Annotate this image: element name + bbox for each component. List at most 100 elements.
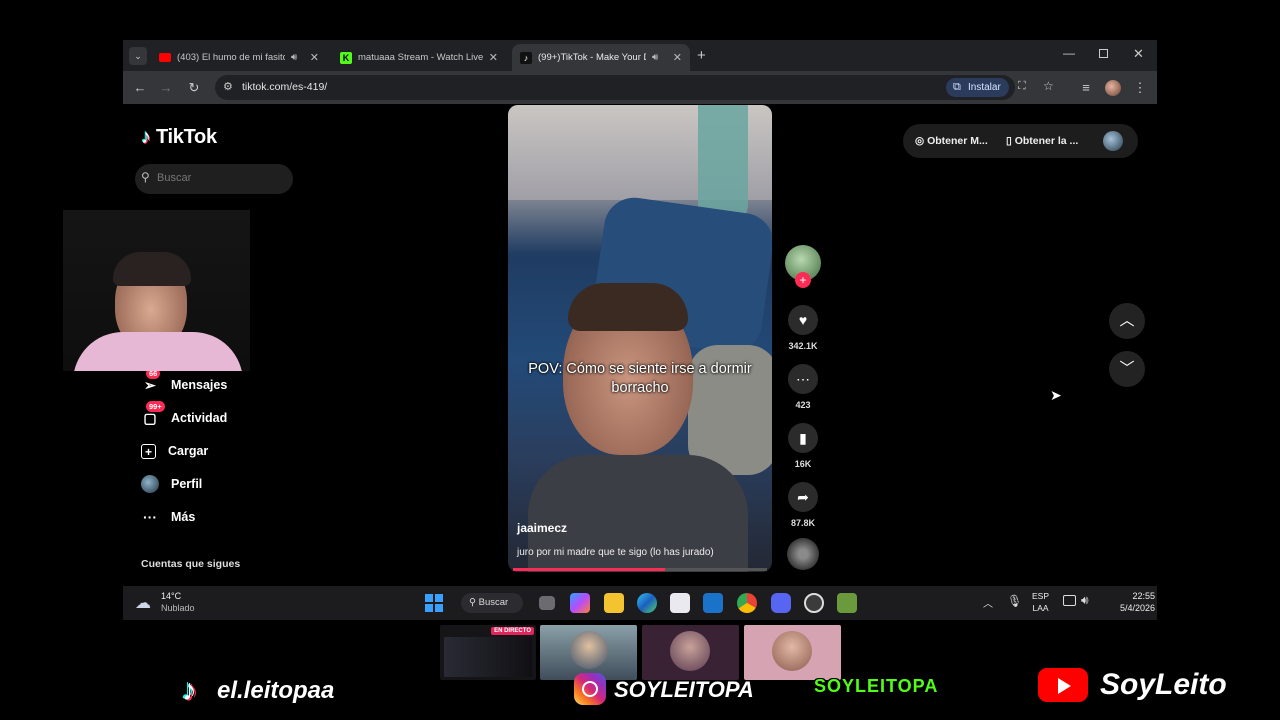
task-view-icon[interactable] xyxy=(539,596,555,610)
video-caption: POV: Cómo se siente irse a dormir borrac… xyxy=(528,361,752,396)
obs-icon[interactable] xyxy=(804,593,824,613)
comment-icon[interactable]: ⋯ xyxy=(788,364,818,394)
site-settings-icon[interactable]: ⚙ xyxy=(223,80,233,93)
weather-desc: Nublado xyxy=(161,603,195,613)
like-count: 342.1K xyxy=(788,341,818,351)
outlook-icon[interactable] xyxy=(703,593,723,613)
omnibox[interactable]: ⚙ tiktok.com/es-419/ ⧉ Instalar ⛶ ☆ xyxy=(215,75,1054,100)
comment-action[interactable]: ⋯ 423 xyxy=(785,364,821,410)
get-coins-button[interactable]: ◎ Obtener M... xyxy=(915,135,988,147)
taskbar-search[interactable]: ⚲ Buscar xyxy=(461,593,523,613)
clock[interactable]: 22:55 5/4/2026 xyxy=(1113,590,1155,614)
back-icon[interactable]: ← xyxy=(131,79,149,97)
share-icon[interactable]: ➦ xyxy=(788,482,818,512)
new-tab-icon[interactable]: + xyxy=(697,47,706,64)
tab-list-button[interactable]: ⌄ xyxy=(129,47,147,65)
profile-avatar[interactable] xyxy=(1105,80,1121,96)
tab-youtube[interactable]: (403) El humo de mi fasito 🔊︎ ✕ xyxy=(151,44,327,71)
tab-title: (403) El humo de mi fasito xyxy=(177,52,285,63)
sidebar-item-mas[interactable]: ··· Más xyxy=(141,506,195,528)
stream-thumbnail-1 xyxy=(540,625,637,680)
sidebar-item-mensajes[interactable]: ➢ 66 Mensajes xyxy=(141,368,228,396)
close-tab-icon[interactable]: ✕ xyxy=(310,51,319,64)
language-indicator[interactable]: ESP LAA xyxy=(1032,590,1049,614)
reading-list-icon[interactable]: ≡ xyxy=(1077,79,1095,97)
sidebar-item-actividad[interactable]: ▢ 99+ Actividad xyxy=(141,401,227,429)
tab-kick[interactable]: K matuaaa Stream - Watch Live o ✕ xyxy=(332,44,506,71)
minecraft-icon[interactable] xyxy=(837,593,857,613)
search-input[interactable]: ⚲ Buscar xyxy=(135,164,293,194)
store-icon[interactable] xyxy=(670,593,690,613)
sidebar-item-label: Cargar xyxy=(168,444,209,458)
next-video-button[interactable]: ﹀ xyxy=(1109,351,1145,387)
install-app-button[interactable]: ⧉ Instalar xyxy=(946,78,1009,97)
thumb-avatar xyxy=(772,631,812,671)
share-action[interactable]: ➦ 87.8K xyxy=(785,482,821,528)
instagram-lens xyxy=(582,681,598,697)
video-progress-bar[interactable] xyxy=(513,568,767,571)
follow-plus-icon[interactable]: + xyxy=(795,272,811,288)
close-tab-icon[interactable]: ✕ xyxy=(489,51,498,64)
video-player[interactable]: POV: Cómo se siente irse a dormir borrac… xyxy=(508,105,772,572)
music-disc[interactable] xyxy=(785,538,821,570)
previous-video-button[interactable]: ︿ xyxy=(1109,303,1145,339)
clock-date: 5/4/2026 xyxy=(1119,603,1155,613)
sidebar-item-perfil[interactable]: Perfil xyxy=(141,473,202,495)
file-explorer-icon[interactable] xyxy=(604,593,624,613)
minimize-icon[interactable]: — xyxy=(1063,46,1075,60)
reload-icon[interactable]: ↻ xyxy=(185,79,203,97)
forward-icon[interactable]: → xyxy=(157,79,175,97)
instagram-handle: SOYLEITOPA xyxy=(614,677,754,702)
tiktok-logo[interactable]: ♪ TikTok xyxy=(141,126,217,149)
tiktok-icon: ♪ xyxy=(520,51,532,64)
sidebar-item-cargar[interactable]: + Cargar xyxy=(141,440,208,462)
install-label: Instalar xyxy=(968,82,1001,93)
streamer-shirt xyxy=(73,332,243,371)
url-text[interactable]: tiktok.com/es-419/ xyxy=(242,81,327,93)
edge-icon[interactable] xyxy=(637,593,657,613)
chrome-icon[interactable] xyxy=(737,593,757,613)
video-description: juro por mi madre que te sigo (lo has ju… xyxy=(517,547,714,558)
get-app-button[interactable]: ▯ Obtener la ... xyxy=(1006,135,1078,147)
network-icon[interactable] xyxy=(1063,595,1076,606)
discord-icon[interactable] xyxy=(771,593,791,613)
windows-logo-tile xyxy=(435,594,443,602)
start-button[interactable] xyxy=(425,594,443,612)
close-tab-icon[interactable]: ✕ xyxy=(673,51,682,64)
user-avatar[interactable] xyxy=(1103,131,1123,151)
get-app-label: Obtener la ... xyxy=(1014,135,1079,147)
restore-icon[interactable] xyxy=(1099,49,1108,58)
menu-dots-icon[interactable]: ⋮ xyxy=(1131,79,1149,97)
sidebar-item-label: Perfil xyxy=(171,477,203,491)
close-window-icon[interactable]: ✕ xyxy=(1133,46,1144,62)
person-hair xyxy=(568,283,688,331)
video-username[interactable]: jaaimecz xyxy=(517,521,567,535)
volume-icon[interactable]: 🔊︎ xyxy=(1081,593,1089,608)
chevron-up-icon: ︿ xyxy=(1119,312,1135,329)
creator-avatar-group[interactable]: + xyxy=(785,245,821,288)
stream-thumbnail-screen: EN DIRECTO xyxy=(440,625,536,680)
sidebar-item-label: Mensajes xyxy=(171,378,228,392)
windows-taskbar: ☁ 14°C Nublado ⚲ Buscar ︿ 🎙︎ ESP LAA 🔊︎ … xyxy=(123,586,1157,620)
kick-handle: SOYLEITOPA xyxy=(814,676,939,696)
like-action[interactable]: ♥ 342.1K xyxy=(785,305,821,351)
speaker-icon[interactable]: 🔊︎ xyxy=(291,52,297,63)
widgets-icon[interactable] xyxy=(570,593,590,613)
bookmark-star-icon[interactable]: ☆ xyxy=(1043,79,1054,93)
stream-thumbnail-3 xyxy=(744,625,841,680)
microphone-icon[interactable]: 🎙︎ xyxy=(1007,594,1022,608)
speaker-icon[interactable]: 🔊︎ xyxy=(652,52,658,63)
paper-plane-icon: ➢ 66 xyxy=(141,368,161,394)
translate-icon[interactable]: ⛶ xyxy=(1018,80,1026,93)
tab-tiktok[interactable]: ♪ (99+)TikTok - Make Your Da 🔊︎ ✕ xyxy=(512,44,690,71)
music-disc-icon[interactable] xyxy=(787,538,819,570)
browser-window: ⌄ (403) El humo de mi fasito 🔊︎ ✕ K matu… xyxy=(123,40,1157,620)
activity-badge: 99+ xyxy=(146,401,165,412)
upload-icon: + xyxy=(141,443,156,459)
thumb-avatar xyxy=(570,631,608,669)
bookmark-icon[interactable]: ▮ xyxy=(788,423,818,453)
save-action[interactable]: ▮ 16K xyxy=(785,423,821,469)
tray-chevron-icon[interactable]: ︿ xyxy=(983,595,993,610)
top-right-toolbar: ◎ Obtener M... ▯ Obtener la ... xyxy=(903,124,1138,158)
heart-icon[interactable]: ♥ xyxy=(788,305,818,335)
